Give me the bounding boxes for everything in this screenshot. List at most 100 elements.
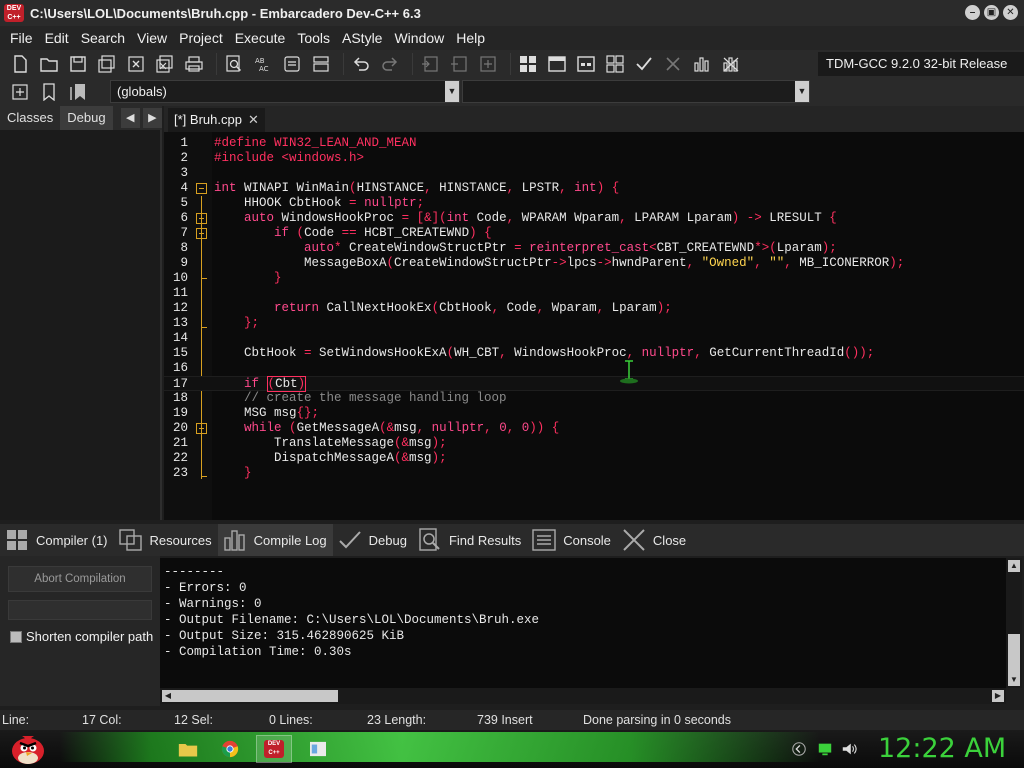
code-text[interactable]: if (Cbt) — [214, 376, 307, 392]
code-line[interactable]: 18 // create the message handling loop — [164, 391, 1024, 406]
toggle-bookmark-icon[interactable] — [309, 53, 333, 75]
code-line[interactable]: 13 }; — [164, 316, 1024, 331]
shorten-path-option[interactable]: Shorten compiler path — [10, 629, 153, 644]
save-all-icon[interactable] — [95, 53, 119, 75]
save-icon[interactable] — [66, 53, 90, 75]
code-line[interactable]: 12 return CallNextHookEx(CbtHook, Code, … — [164, 301, 1024, 316]
class-scope-combo[interactable]: (globals) ▼ — [110, 80, 460, 103]
code-line[interactable]: 21 TranslateMessage(&msg); — [164, 436, 1024, 451]
scroll-up-icon[interactable]: ▲ — [1008, 560, 1020, 572]
start-button-icon[interactable] — [8, 730, 48, 766]
menu-astyle[interactable]: AStyle — [336, 30, 388, 46]
close-file-icon[interactable] — [124, 53, 148, 75]
taskbar-window-icon[interactable] — [300, 735, 336, 763]
tab-compiler[interactable]: Compiler (1) — [0, 524, 114, 556]
code-line[interactable]: 15 CbtHook = SetWindowsHookExA(WH_CBT, W… — [164, 346, 1024, 361]
code-line[interactable]: 9 MessageBoxA(CreateWindowStructPtr->lpc… — [164, 256, 1024, 271]
code-line[interactable]: 19 MSG msg{}; — [164, 406, 1024, 421]
code-text[interactable]: int WINAPI WinMain(HINSTANCE, HINSTANCE,… — [214, 181, 619, 196]
maximize-button[interactable]: ▣ — [984, 5, 999, 20]
compiler-set-select[interactable]: TDM-GCC 9.2.0 32-bit Release — [818, 52, 1024, 76]
syntax-check-icon[interactable] — [632, 53, 656, 75]
log-horizontal-scrollbar[interactable]: ◀ ▶ — [160, 688, 1006, 704]
close-all-icon[interactable] — [153, 53, 177, 75]
code-text[interactable]: HHOOK CbtHook = nullptr; — [214, 196, 424, 211]
taskbar-clock[interactable]: 12:22 AM — [878, 733, 1006, 764]
project-options-icon[interactable] — [476, 53, 500, 75]
compile-log-output[interactable]: -------- - Errors: 0 - Warnings: 0 - Out… — [160, 558, 1006, 688]
tab-close[interactable]: Close — [617, 524, 692, 556]
chevron-down-icon[interactable]: ▼ — [795, 81, 809, 102]
code-line[interactable]: 4 int WINAPI WinMain(HINSTANCE, HINSTANCE… — [164, 181, 1024, 196]
scroll-down-icon[interactable]: ▼ — [1008, 674, 1020, 686]
tab-compile-log[interactable]: Compile Log — [217, 524, 333, 556]
code-line[interactable]: 17 if (Cbt) — [164, 376, 1024, 392]
insert-code-icon[interactable] — [8, 81, 32, 103]
undo-icon[interactable] — [349, 53, 373, 75]
menu-tools[interactable]: Tools — [291, 30, 336, 46]
new-project-file-icon[interactable] — [418, 53, 442, 75]
code-text[interactable]: return CallNextHookEx(CbtHook, Code, Wpa… — [214, 301, 672, 316]
shorten-path-checkbox[interactable] — [10, 630, 22, 643]
menu-view[interactable]: View — [131, 30, 173, 46]
minimize-button[interactable]: – — [965, 5, 980, 20]
code-text[interactable]: TranslateMessage(&msg); — [214, 436, 447, 451]
menu-edit[interactable]: Edit — [39, 30, 75, 46]
log-vertical-scrollbar[interactable]: ▲ ▼ — [1006, 558, 1022, 688]
taskbar-chrome-icon[interactable] — [212, 735, 248, 763]
code-line[interactable]: 20 while (GetMessageA(&msg, nullptr, 0, … — [164, 421, 1024, 436]
tray-network-icon[interactable] — [816, 740, 834, 758]
code-text[interactable]: MessageBoxA(CreateWindowStructPtr->lpcs-… — [214, 256, 904, 271]
code-line[interactable]: 10 } — [164, 271, 1024, 286]
tray-volume-icon[interactable] — [840, 740, 858, 758]
code-line[interactable]: 3 — [164, 166, 1024, 181]
rebuild-all-icon[interactable] — [603, 53, 627, 75]
tray-chevron-icon[interactable] — [790, 740, 808, 758]
menu-project[interactable]: Project — [173, 30, 229, 46]
menu-execute[interactable]: Execute — [229, 30, 292, 46]
code-line[interactable]: 14 — [164, 331, 1024, 346]
code-line[interactable]: 16 — [164, 361, 1024, 376]
tab-debug[interactable]: Debug — [60, 106, 113, 130]
code-text[interactable]: #include <windows.h> — [214, 151, 364, 166]
redo-icon[interactable] — [378, 53, 402, 75]
abort-compilation-button[interactable]: Abort Compilation — [8, 566, 152, 592]
new-file-icon[interactable] — [8, 53, 32, 75]
code-text[interactable]: #define WIN32_LEAN_AND_MEAN — [214, 136, 417, 151]
code-line[interactable]: 1 #define WIN32_LEAN_AND_MEAN — [164, 136, 1024, 151]
close-tab-icon[interactable]: ✕ — [248, 112, 259, 127]
tab-find-results[interactable]: Find Results — [413, 524, 527, 556]
code-text[interactable]: }; — [214, 316, 259, 331]
chevron-left-icon[interactable]: ◀ — [120, 108, 140, 128]
compile-icon[interactable] — [516, 53, 540, 75]
menu-file[interactable]: File — [4, 30, 39, 46]
tab-resources[interactable]: Resources — [114, 524, 218, 556]
stop-execution-icon[interactable] — [661, 53, 685, 75]
code-line[interactable]: 2 #include <windows.h> — [164, 151, 1024, 166]
symbol-combo[interactable]: ▼ — [462, 80, 810, 103]
open-folder-icon[interactable] — [37, 53, 61, 75]
taskbar-explorer-icon[interactable] — [170, 735, 206, 763]
goto-line-icon[interactable] — [280, 53, 304, 75]
menu-search[interactable]: Search — [75, 30, 131, 46]
code-line[interactable]: 8 auto* CreateWindowStructPtr = reinterp… — [164, 241, 1024, 256]
tab-classes[interactable]: Classes — [0, 106, 60, 130]
bookmark-icon[interactable] — [37, 81, 61, 103]
code-line[interactable]: 22 DispatchMessageA(&msg); — [164, 451, 1024, 466]
menu-window[interactable]: Window — [388, 30, 450, 46]
remove-project-file-icon[interactable] — [447, 53, 471, 75]
code-line[interactable]: 6 auto WindowsHookProc = [&](int Code, W… — [164, 211, 1024, 226]
replace-icon[interactable]: AB AC — [251, 53, 275, 75]
print-icon[interactable] — [182, 53, 206, 75]
code-editor[interactable]: 1 #define WIN32_LEAN_AND_MEAN 2 #include <w… — [164, 132, 1024, 520]
tab-console[interactable]: Console — [527, 524, 617, 556]
goto-bookmark-icon[interactable] — [66, 81, 90, 103]
code-line[interactable]: 5 HHOOK CbtHook = nullptr; — [164, 196, 1024, 211]
compile-run-icon[interactable] — [574, 53, 598, 75]
code-line[interactable]: 7 if (Code == HCBT_CREATEWND) { — [164, 226, 1024, 241]
menu-help[interactable]: Help — [450, 30, 491, 46]
code-text[interactable]: auto WindowsHookProc = [&](int Code, WPA… — [214, 211, 837, 226]
scroll-left-icon[interactable]: ◀ — [162, 690, 174, 702]
code-line[interactable]: 11 — [164, 286, 1024, 301]
close-window-button[interactable]: ✕ — [1003, 5, 1018, 20]
